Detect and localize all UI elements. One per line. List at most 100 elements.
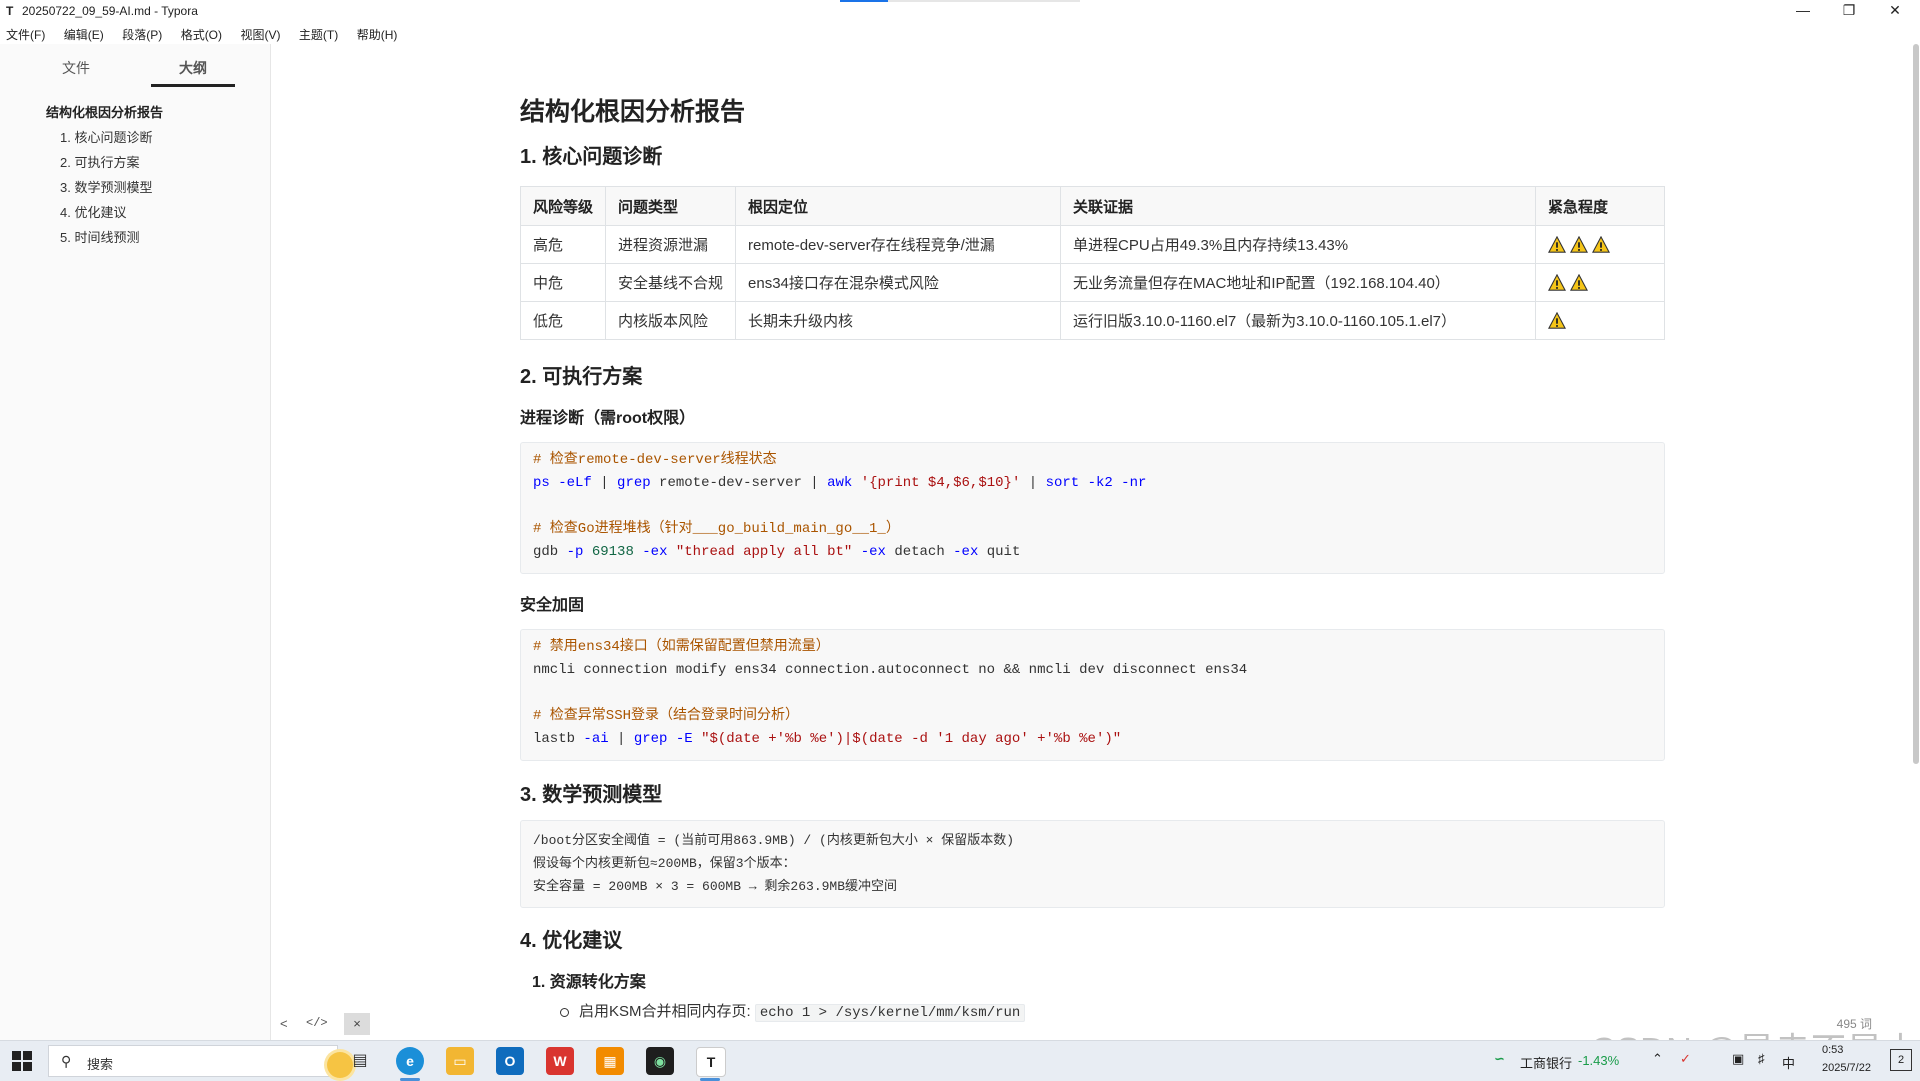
th-level: 风险等级 — [520, 186, 607, 226]
warning-icon — [1548, 235, 1567, 253]
stock-icon[interactable]: ∽ — [1494, 1051, 1505, 1067]
scrollbar[interactable] — [1912, 44, 1920, 1040]
code-block-security[interactable]: # 禁用ens34接口（如需保留配置但禁用流量） nmcli connectio… — [520, 629, 1665, 761]
math-block[interactable]: /boot分区安全阈值 = (当前可用863.9MB) / (内核更新包大小 ×… — [520, 820, 1665, 908]
close-sidebar-button[interactable]: × — [344, 1013, 370, 1035]
code-comment: # 禁用ens34接口（如需保留配置但禁用流量） — [533, 639, 830, 655]
cell-urgency — [1535, 263, 1665, 302]
heading-optimization: 4. 优化建议 — [520, 930, 623, 952]
antivirus-icon[interactable]: ✓ — [1680, 1051, 1691, 1067]
code-line: lastb -ai | grep -E "$(date +'%b %e')|$(… — [533, 731, 1122, 747]
warning-icon — [1570, 273, 1589, 291]
risk-table: 风险等级 问题类型 根因定位 关联证据 紧急程度 高危 进程资源泄漏 remot… — [520, 186, 1665, 340]
close-button[interactable]: ✕ — [1872, 0, 1918, 22]
table-row: 高危 进程资源泄漏 remote-dev-server存在线程竞争/泄漏 单进程… — [520, 225, 1665, 264]
taskbar-search[interactable]: ⚲ 搜索 — [48, 1045, 353, 1078]
notification-icon[interactable]: 2 — [1890, 1049, 1912, 1071]
clock-date[interactable]: 2025/7/22 — [1822, 1062, 1871, 1074]
heading-diagnosis: 1. 核心问题诊断 — [520, 146, 663, 168]
code-comment: # 检查Go进程堆栈（针对___go_build_main_go__1_） — [533, 521, 900, 537]
th-cause: 根因定位 — [735, 186, 1062, 226]
windows-start-icon[interactable] — [12, 1051, 32, 1071]
outline-item-plan[interactable]: 2. 可执行方案 — [0, 150, 270, 175]
bullet-icon — [560, 1007, 569, 1017]
table-row: 低危 内核版本风险 长期未升级内核 运行旧版3.10.0-1160.el7（最新… — [520, 301, 1665, 340]
menu-view[interactable]: 视图(V) — [234, 22, 286, 43]
restore-button[interactable]: ❐ — [1826, 0, 1872, 22]
tab-outline[interactable]: 大纲 — [151, 58, 235, 78]
heading-plan: 2. 可执行方案 — [520, 366, 643, 388]
cell-level: 高危 — [520, 225, 607, 264]
th-urgency: 紧急程度 — [1535, 186, 1665, 226]
editor-content[interactable]: 结构化根因分析报告 1. 核心问题诊断 风险等级 问题类型 根因定位 关联证据 … — [520, 44, 1665, 1040]
code-line: gdb -p 69138 -ex "thread apply all bt" -… — [533, 544, 1021, 560]
source-mode-icon[interactable]: </> — [306, 1016, 328, 1030]
code-line: ps -eLf | grep remote-dev-server | awk '… — [533, 475, 1147, 491]
volume-icon[interactable]: ♯ — [1758, 1051, 1765, 1066]
bank-stock-change: -1.43% — [1578, 1053, 1620, 1068]
code-block-process[interactable]: # 检查remote-dev-server线程状态 ps -eLf | grep… — [520, 442, 1665, 574]
minimize-button[interactable]: — — [1780, 0, 1826, 22]
table-header-row: 风险等级 问题类型 根因定位 关联证据 紧急程度 — [520, 186, 1665, 226]
math-line: 假设每个内核更新包≈200MB，保留3个版本： — [533, 856, 796, 871]
outline-item-optimization[interactable]: 4. 优化建议 — [0, 200, 270, 225]
cell-evidence: 运行旧版3.10.0-1160.el7（最新为3.10.0-1160.105.1… — [1060, 301, 1537, 340]
menu-bar: 文件(F) 编辑(E) 段落(P) 格式(O) 视图(V) 主题(T) 帮助(H… — [0, 22, 1920, 44]
tab-files[interactable]: 文件 — [34, 58, 118, 78]
back-icon[interactable]: < — [280, 1016, 288, 1031]
menu-format[interactable]: 格式(O) — [175, 22, 228, 43]
typora-icon[interactable]: T — [696, 1047, 726, 1077]
menu-paragraph[interactable]: 段落(P) — [116, 22, 168, 43]
cell-cause: remote-dev-server存在线程竞争/泄漏 — [735, 225, 1062, 264]
outline-item-model[interactable]: 3. 数学预测模型 — [0, 175, 270, 200]
outline-item-timeline[interactable]: 5. 时间线预测 — [0, 225, 270, 250]
cell-cause: 长期未升级内核 — [735, 301, 1062, 340]
window-title: 20250722_09_59-AI.md - Typora — [22, 4, 198, 18]
list-item-resource: 1. 资源转化方案 — [532, 974, 646, 991]
code-comment: # 检查remote-dev-server线程状态 — [533, 452, 777, 468]
menu-help[interactable]: 帮助(H) — [351, 22, 404, 43]
sidebar-footer: < </> × — [272, 1012, 382, 1038]
warning-icon — [1548, 273, 1567, 291]
app-icon[interactable]: ▦ — [596, 1047, 624, 1075]
chevron-up-icon[interactable]: ⌃ — [1652, 1051, 1663, 1067]
cell-cause: ens34接口存在混杂模式风险 — [735, 263, 1062, 302]
menu-edit[interactable]: 编辑(E) — [58, 22, 110, 43]
outline-item-diagnosis[interactable]: 1. 核心问题诊断 — [0, 125, 270, 150]
cell-type: 内核版本风险 — [605, 301, 737, 340]
heading-math-model: 3. 数学预测模型 — [520, 784, 663, 806]
scrollbar-thumb[interactable] — [1913, 44, 1919, 764]
task-view-icon[interactable]: ▤ — [346, 1047, 374, 1075]
cell-level: 中危 — [520, 263, 607, 302]
ime-indicator[interactable]: 中 — [1782, 1053, 1795, 1072]
heading-security: 安全加固 — [520, 597, 585, 614]
bank-stock-label[interactable]: 工商银行 — [1520, 1053, 1572, 1072]
edge-icon[interactable]: e — [396, 1047, 424, 1075]
system-tray: ∽ 工商银行 -1.43% ⌃ ✓ ▣ ♯ 中 0:53 2025/7/22 2 — [1470, 1041, 1920, 1081]
th-evidence: 关联证据 — [1060, 186, 1537, 226]
warning-icon — [1592, 235, 1611, 253]
th-type: 问题类型 — [605, 186, 737, 226]
network-icon[interactable]: ▣ — [1732, 1051, 1744, 1067]
outline-list: 结构化根因分析报告 1. 核心问题诊断 2. 可执行方案 3. 数学预测模型 4… — [0, 100, 270, 250]
code-line: nmcli connection modify ens34 connection… — [533, 662, 1248, 678]
inline-code: echo 1 > /sys/kernel/mm/ksm/run — [754, 1004, 1026, 1022]
menu-theme[interactable]: 主题(T) — [293, 22, 344, 43]
outlook-icon[interactable]: O — [496, 1047, 524, 1075]
outline-item-title[interactable]: 结构化根因分析报告 — [0, 100, 270, 125]
clock-time[interactable]: 0:53 — [1822, 1044, 1843, 1056]
taskbar: ⚲ 搜索 ▤ e ▭ O W ▦ ◉ T ∽ 工商银行 -1.43% ⌃ ✓ ▣… — [0, 1040, 1920, 1081]
cell-type: 安全基线不合规 — [605, 263, 737, 302]
typora-app-icon: T — [6, 4, 14, 18]
wps-icon[interactable]: W — [546, 1047, 574, 1075]
search-icon: ⚲ — [61, 1053, 72, 1069]
ide-icon[interactable]: ◉ — [646, 1047, 674, 1075]
warning-icon — [1548, 311, 1567, 329]
cell-urgency — [1535, 225, 1665, 264]
file-explorer-icon[interactable]: ▭ — [446, 1047, 474, 1075]
sidebar: 文件 大纲 结构化根因分析报告 1. 核心问题诊断 2. 可执行方案 3. 数学… — [0, 44, 271, 1040]
menu-file[interactable]: 文件(F) — [0, 22, 51, 43]
cell-urgency — [1535, 301, 1665, 340]
loading-indicator — [840, 0, 1080, 2]
table-row: 中危 安全基线不合规 ens34接口存在混杂模式风险 无业务流量但存在MAC地址… — [520, 263, 1665, 302]
